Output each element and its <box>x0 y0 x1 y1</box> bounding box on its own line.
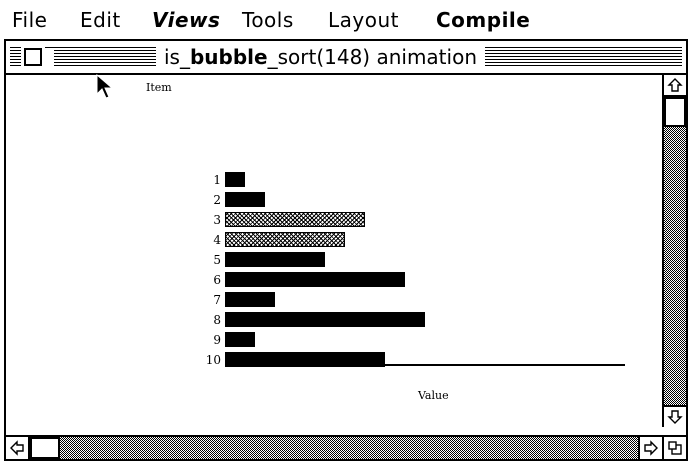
menu-compile[interactable]: Compile <box>436 8 530 32</box>
vertical-scrollbar[interactable] <box>662 75 686 427</box>
row-label-1: 1 <box>213 173 221 187</box>
arrow-down-icon[interactable] <box>664 405 686 427</box>
menu-file[interactable]: File <box>12 8 47 32</box>
animation-window: is_bubble_sort(148) animation Item 1 2 3 4 5… <box>4 39 688 461</box>
menu-tools[interactable]: Tools <box>242 8 294 32</box>
title-bold: bubble <box>189 45 268 69</box>
arrow-up-icon[interactable] <box>664 75 686 97</box>
bar-1 <box>225 172 245 187</box>
row-label-9: 9 <box>213 333 221 347</box>
row-label-10: 10 <box>205 353 221 367</box>
bar-3 <box>225 212 365 227</box>
chart-area: Item 1 2 3 4 5 6 7 8 9 10 Value <box>6 75 662 427</box>
title-prefix: is_ <box>164 45 190 69</box>
y-axis-label: Item <box>146 81 172 94</box>
window-title: is_bubble_sort(148) animation <box>156 45 485 69</box>
menu-edit[interactable]: Edit <box>80 8 121 32</box>
arrow-right-icon[interactable] <box>638 437 662 459</box>
bar-9 <box>225 332 255 347</box>
row-label-4: 4 <box>213 233 221 247</box>
bar-4 <box>225 232 345 247</box>
arrow-left-icon[interactable] <box>6 437 30 459</box>
size-box-icon[interactable] <box>662 435 686 459</box>
row-label-3: 3 <box>213 213 221 227</box>
zoom-box-icon <box>44 48 54 66</box>
x-axis-label: Value <box>418 389 449 402</box>
row-label-5: 5 <box>213 253 221 267</box>
row-label-2: 2 <box>213 193 221 207</box>
vertical-scroll-thumb[interactable] <box>664 97 686 127</box>
bar-2 <box>225 192 265 207</box>
row-label-7: 7 <box>213 293 221 307</box>
menu-bar: File Edit Views Tools Layout Compile <box>0 0 692 38</box>
bar-7 <box>225 292 275 307</box>
x-axis-line <box>225 364 625 366</box>
close-box-icon[interactable] <box>24 48 42 66</box>
bar-5 <box>225 252 325 267</box>
title-suffix: _sort(148) animation <box>267 45 477 69</box>
row-label-6: 6 <box>213 273 221 287</box>
horizontal-scroll-thumb[interactable] <box>30 437 60 459</box>
row-label-8: 8 <box>213 313 221 327</box>
bar-8 <box>225 312 425 327</box>
title-bar[interactable]: is_bubble_sort(148) animation <box>6 41 686 75</box>
pointer-cursor-icon <box>96 74 114 99</box>
bar-6 <box>225 272 405 287</box>
menu-views[interactable]: Views <box>152 8 220 32</box>
menu-layout[interactable]: Layout <box>328 8 399 32</box>
horizontal-scrollbar[interactable] <box>6 435 686 459</box>
